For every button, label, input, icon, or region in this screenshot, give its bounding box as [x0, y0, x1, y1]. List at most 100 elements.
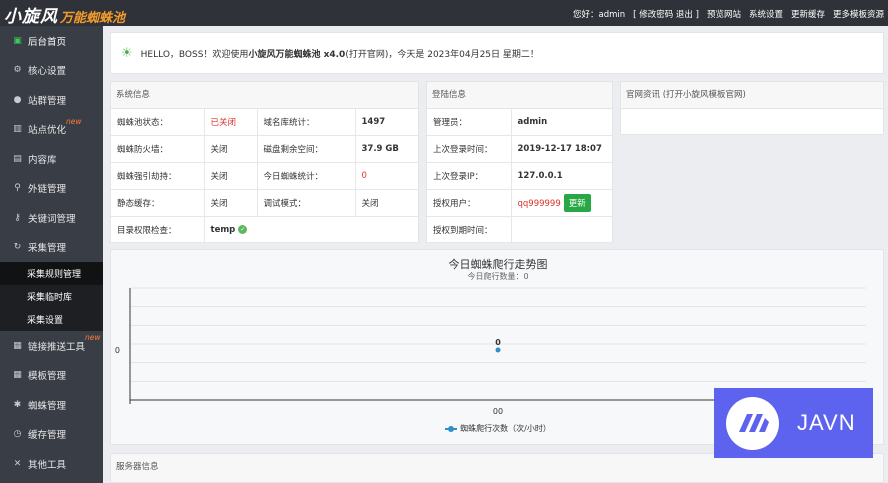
today-spider-count: 0 — [355, 162, 418, 190]
sidebar-item-home[interactable]: ▣ 后台首页 — [0, 26, 103, 56]
spider-pool-status: 已关闭 — [204, 109, 258, 137]
sidebar-item-external-links[interactable]: ⚲ 外链管理 — [0, 174, 103, 204]
sidebar-item-label: 关键词管理 — [28, 213, 76, 225]
tools-icon: ✕ — [13, 458, 22, 469]
user-greeting: 您好：admin — [573, 10, 626, 20]
table-cell: 授权用户： — [427, 189, 512, 217]
table-row: 授权用户： qq999999 更新 — [427, 189, 612, 217]
table-cell: 管理员： — [427, 109, 512, 137]
check-icon: ✓ — [238, 224, 248, 234]
sidebar-item-label: 站点优化 — [28, 125, 67, 137]
login-info-panel: 登陆信息 管理员： admin 上次登录时间： 2019-12-17 18:07… — [426, 81, 613, 244]
document-icon: ▤ — [13, 153, 22, 164]
logout-link[interactable]: 退出 ] — [676, 10, 699, 20]
table-cell: 蜘蛛防火墙： — [111, 135, 205, 164]
submenu-item-collect-settings[interactable]: 采集设置 — [0, 308, 103, 331]
sidebar-item-content-library[interactable]: ▤ 内容库 — [0, 144, 103, 174]
auth-user: qq999999 — [517, 198, 561, 209]
table-cell: 调试模式： — [257, 189, 356, 217]
table-row: 目录权限检查： temp ✓ — [111, 216, 418, 244]
notice-prefix: HELLO，BOSS！欢迎使用 — [140, 49, 249, 60]
monitor-icon: ▣ — [13, 35, 22, 46]
sidebar-item-templates[interactable]: ▦ 模板管理 — [0, 361, 103, 391]
submenu-item-collect-rules[interactable]: 采集规则管理 — [0, 262, 103, 285]
legend-label: 蜘蛛爬行次数（次/小时） — [460, 424, 551, 433]
table-row: 管理员： admin — [427, 109, 612, 137]
windows-icon: ▦ — [13, 370, 22, 381]
table-row: 上次登录IP： 127.0.0.1 — [427, 162, 612, 190]
sidebar-item-keywords[interactable]: ⚷ 关键词管理 — [0, 203, 103, 233]
table-row: 上次登录时间： 2019-12-17 18:07 — [427, 135, 612, 164]
preview-site-link[interactable]: 预览网站 — [707, 8, 741, 20]
table-cell: 目录权限检查： — [111, 216, 205, 244]
sidebar-item-label: 站群管理 — [28, 95, 67, 107]
notice-suffix: (打开官网)，今天是 2023年04月25日 星期二！ — [345, 49, 539, 60]
top-header: 小旋风 万能蜘蛛池 您好：admin [ 修改密码 退出 ] 预览网站 系统设置… — [0, 0, 888, 27]
clock-icon: ◷ — [13, 429, 22, 440]
gear-icon: ⚙ — [13, 65, 22, 76]
new-badge: new — [66, 116, 82, 126]
sidebar-item-site-optimize[interactable]: ▥ 站点优化 new — [0, 115, 103, 145]
logo[interactable]: 小旋风 万能蜘蛛池 — [4, 2, 125, 27]
table-row: 授权到期时间： — [427, 216, 612, 244]
table-row: 蜘蛛强引劫持： 关闭 今日蜘蛛统计： 0 — [111, 162, 418, 190]
collect-submenu: 采集规则管理 采集临时库 采集设置 — [0, 262, 103, 331]
sidebar-item-label: 后台首页 — [28, 36, 67, 48]
legend-marker — [445, 425, 458, 432]
system-info-panel: 系统信息 蜘蛛池状态： 已关闭 域名库统计： 1497 蜘蛛防火墙： 关闭 磁盘… — [110, 81, 419, 244]
submenu-item-collect-temp[interactable]: 采集临时库 — [0, 285, 103, 308]
y-tick-label: 0 — [115, 346, 120, 355]
update-button[interactable]: 更新 — [563, 193, 591, 212]
data-point — [495, 347, 501, 353]
top-links-account: [ 修改密码 退出 ] — [633, 8, 699, 20]
refresh-icon: ↻ — [13, 242, 22, 253]
sidebar-item-collect[interactable]: ↻ 采集管理 — [0, 233, 103, 263]
perm-value: temp — [210, 224, 236, 235]
sidebar-item-label: 模板管理 — [28, 371, 67, 383]
table-cell: 今日蜘蛛统计： — [257, 162, 356, 190]
change-password-link[interactable]: [ 修改密码 — [633, 10, 673, 20]
sidebar-item-label: 蜘蛛管理 — [28, 400, 67, 412]
watermark-text: JAVN — [797, 410, 856, 435]
login-info-table: 管理员： admin 上次登录时间： 2019-12-17 18:07 上次登录… — [427, 109, 612, 244]
watermark: JAVN — [714, 388, 873, 458]
last-login-ip: 127.0.0.1 — [511, 162, 612, 190]
system-settings-link[interactable]: 系统设置 — [749, 8, 783, 20]
table-cell: qq999999 更新 — [511, 189, 612, 217]
domain-count: 1497 — [355, 109, 418, 137]
sidebar-item-core-settings[interactable]: ⚙ 核心设置 — [0, 56, 103, 86]
chart-marks: 0000 — [115, 338, 503, 416]
last-login-time: 2019-12-17 18:07 — [511, 135, 612, 164]
sun-icon: ☀ — [121, 45, 133, 61]
table-cell: 授权到期时间： — [427, 216, 512, 244]
more-templates-link[interactable]: 更多模板资源 — [833, 8, 884, 20]
table-row: 蜘蛛防火墙： 关闭 磁盘剩余空间： 37.9 GB — [111, 135, 418, 164]
panel-title: 登陆信息 — [427, 82, 612, 109]
panel-title: 系统信息 — [111, 82, 418, 109]
table-row: 蜘蛛池状态： 已关闭 域名库统计： 1497 — [111, 109, 418, 137]
auth-expire — [511, 216, 612, 244]
welcome-notice: ☀ HELLO，BOSS！欢迎使用 小旋风万能蜘蛛池 x4.0 (打开官网)，今… — [110, 32, 884, 74]
table-cell: 关闭 — [204, 162, 258, 190]
chart-icon: ▥ — [13, 124, 22, 135]
table-cell: 关闭 — [204, 135, 258, 164]
sidebar-item-label: 内容库 — [28, 154, 57, 166]
table-cell: 磁盘剩余空间： — [257, 135, 356, 164]
sidebar-item-spiders[interactable]: ✱ 蜘蛛管理 — [0, 390, 103, 420]
table-cell: 上次登录IP： — [427, 162, 512, 190]
panel-title[interactable]: 官网资讯 (打开小旋风模板官网) — [621, 82, 883, 109]
sidebar-item-label: 其他工具 — [28, 459, 67, 471]
sidebar-item-site-group[interactable]: ● 站群管理 — [0, 85, 103, 115]
sidebar-item-other-tools[interactable]: ✕ 其他工具 — [0, 449, 103, 479]
table-cell: 蜘蛛强引劫持： — [111, 162, 205, 190]
notice-product: 小旋风万能蜘蛛池 x4.0 — [248, 49, 346, 60]
table-cell: 蜘蛛池状态： — [111, 109, 205, 137]
sidebar-item-label: 链接推送工具 — [28, 341, 86, 353]
sidebar-item-link-push[interactable]: ▦ 链接推送工具 new — [0, 331, 103, 361]
news-panel: 官网资讯 (打开小旋风模板官网) — [620, 81, 884, 135]
sidebar-item-cache[interactable]: ◷ 缓存管理 — [0, 420, 103, 450]
system-info-table: 蜘蛛池状态： 已关闭 域名库统计： 1497 蜘蛛防火墙： 关闭 磁盘剩余空间：… — [111, 109, 418, 244]
table-cell: 静态缓存： — [111, 189, 205, 217]
update-cache-link[interactable]: 更新缓存 — [791, 8, 825, 20]
spider-icon: ✱ — [13, 399, 22, 410]
